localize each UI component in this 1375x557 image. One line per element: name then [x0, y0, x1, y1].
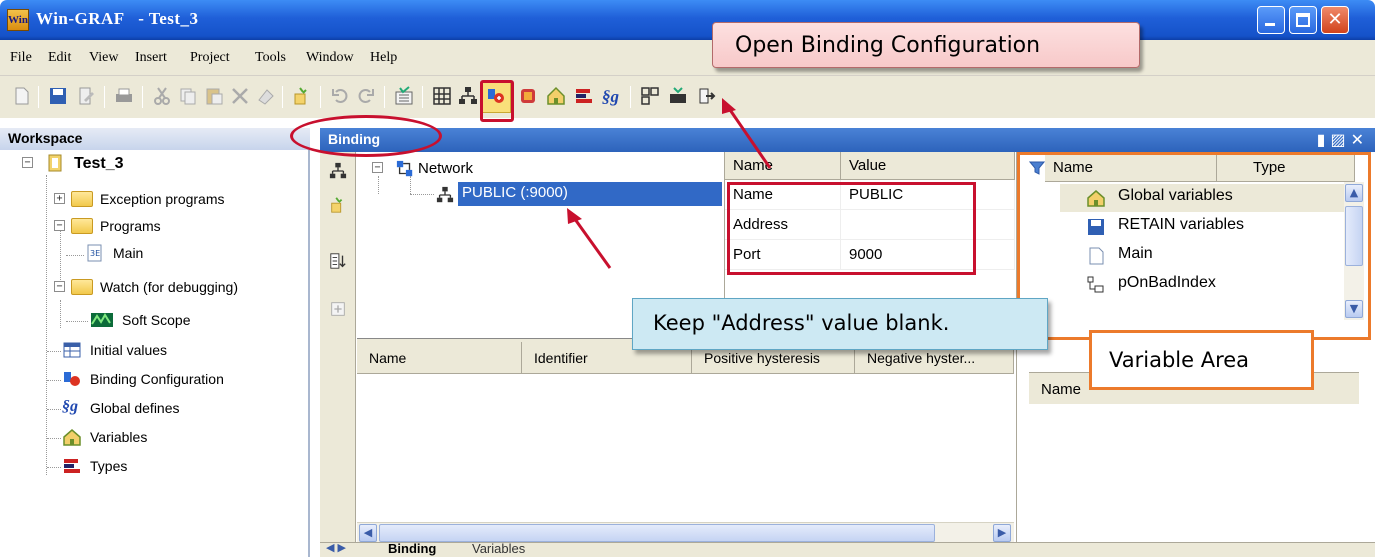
- add-binding-icon[interactable]: [329, 196, 347, 214]
- new-file-icon[interactable]: [12, 86, 32, 106]
- run-icon[interactable]: [696, 86, 716, 106]
- paste-icon[interactable]: [204, 86, 224, 106]
- tab-binding[interactable]: Binding: [388, 541, 436, 556]
- network-icon[interactable]: [329, 162, 347, 180]
- network-icon[interactable]: [458, 86, 478, 106]
- edit-icon[interactable]: [76, 86, 96, 106]
- binding-configuration-icon: [64, 372, 80, 386]
- app-icon: Win: [7, 9, 29, 31]
- workspace-header: Workspace: [0, 128, 310, 150]
- scope-icon: [91, 313, 113, 327]
- menu-tools[interactable]: Tools: [255, 50, 286, 66]
- binding-side-toolbar: [320, 152, 356, 542]
- project-icon: [48, 154, 62, 172]
- menu-project[interactable]: Project: [190, 50, 230, 66]
- types-icon: [64, 459, 80, 473]
- folder-icon: [71, 218, 93, 234]
- network-icon: [436, 186, 454, 203]
- binding-title-ellipse: [290, 115, 442, 157]
- callout-address-note: Keep "Address" value blank.: [632, 298, 1048, 350]
- props-header-value[interactable]: Value: [841, 152, 1015, 180]
- svg-text:3E: 3E: [90, 249, 100, 258]
- menu-window[interactable]: Window: [306, 50, 354, 66]
- variables-home-icon[interactable]: [546, 86, 566, 106]
- network-root-icon: [396, 160, 413, 177]
- global-defines-icon: §g: [62, 398, 78, 415]
- tab-nav-arrows[interactable]: ◀ ▶: [326, 541, 346, 554]
- print-icon[interactable]: [114, 86, 134, 106]
- toolbar-highlight-box: [480, 80, 514, 122]
- panel-window-controls[interactable]: ▮▨✕: [1317, 130, 1369, 149]
- maximize-button[interactable]: [1289, 6, 1317, 34]
- redo-icon[interactable]: [356, 86, 376, 106]
- props-header-name[interactable]: Name: [725, 152, 841, 180]
- menu-help[interactable]: Help: [370, 50, 397, 66]
- clear-icon[interactable]: [256, 86, 276, 106]
- folder-icon: [71, 191, 93, 207]
- scroll-thumb[interactable]: [379, 524, 935, 542]
- col-name[interactable]: Name: [357, 342, 522, 374]
- public-label: PUBLIC (:9000): [462, 184, 568, 201]
- download-icon[interactable]: [668, 86, 688, 106]
- compile-icon[interactable]: [394, 86, 414, 106]
- horizontal-scrollbar[interactable]: ◀ ▶: [357, 522, 1014, 542]
- scroll-left-icon[interactable]: ◀: [359, 524, 377, 542]
- global-defines-icon[interactable]: §g: [602, 87, 619, 107]
- folder-icon: [71, 279, 93, 295]
- title-bar: Win Win-GRAF - Test_3 ✕: [0, 0, 1375, 40]
- toolbar: §g: [0, 76, 1375, 118]
- variables-home-icon: [63, 429, 81, 446]
- insert-program-icon[interactable]: [292, 86, 312, 106]
- binding-panel-header: Binding ▮▨✕: [320, 128, 1375, 152]
- bottom-tab-strip: ◀ ▶ Binding Variables: [320, 541, 1375, 557]
- save-icon[interactable]: [48, 86, 68, 106]
- var-lower-col-name[interactable]: Name: [1041, 381, 1081, 398]
- copy-icon[interactable]: [178, 86, 198, 106]
- callout-variable-area: Variable Area: [1089, 330, 1314, 390]
- network-label: Network: [418, 160, 474, 177]
- callout-open-binding: Open Binding Configuration: [712, 22, 1140, 68]
- menu-insert[interactable]: Insert: [135, 50, 167, 66]
- initial-values-icon: [63, 342, 81, 358]
- menu-edit[interactable]: Edit: [48, 50, 71, 66]
- close-button[interactable]: ✕: [1321, 6, 1349, 34]
- minimize-button[interactable]: [1257, 6, 1285, 34]
- add-variable-icon[interactable]: [329, 300, 347, 318]
- window-title: Win-GRAF - Test_3: [36, 9, 199, 28]
- tree-public-selected[interactable]: PUBLIC (:9000): [458, 182, 722, 206]
- scroll-right-icon[interactable]: ▶: [993, 524, 1011, 542]
- sort-icon[interactable]: [329, 252, 347, 270]
- menu-view[interactable]: View: [89, 50, 118, 66]
- io-icon[interactable]: [518, 86, 538, 106]
- cut-icon[interactable]: [152, 86, 172, 106]
- delete-icon[interactable]: [230, 86, 250, 106]
- props-highlight-box: [727, 182, 976, 275]
- menu-file[interactable]: File: [10, 50, 32, 66]
- project-name: Test_3: [74, 155, 124, 172]
- program-icon: 3E: [87, 244, 102, 262]
- menu-bar: File Edit View Insert Project Tools Wind…: [0, 40, 1375, 76]
- layout-icon[interactable]: [640, 86, 660, 106]
- undo-icon[interactable]: [330, 86, 350, 106]
- variable-area-highlight-box: [1017, 152, 1371, 340]
- table-icon[interactable]: [432, 86, 452, 106]
- types-icon[interactable]: [574, 86, 594, 106]
- tab-variables[interactable]: Variables: [472, 541, 525, 556]
- binding-variable-list: Name Identifier Positive hysteresis Nega…: [357, 342, 1014, 542]
